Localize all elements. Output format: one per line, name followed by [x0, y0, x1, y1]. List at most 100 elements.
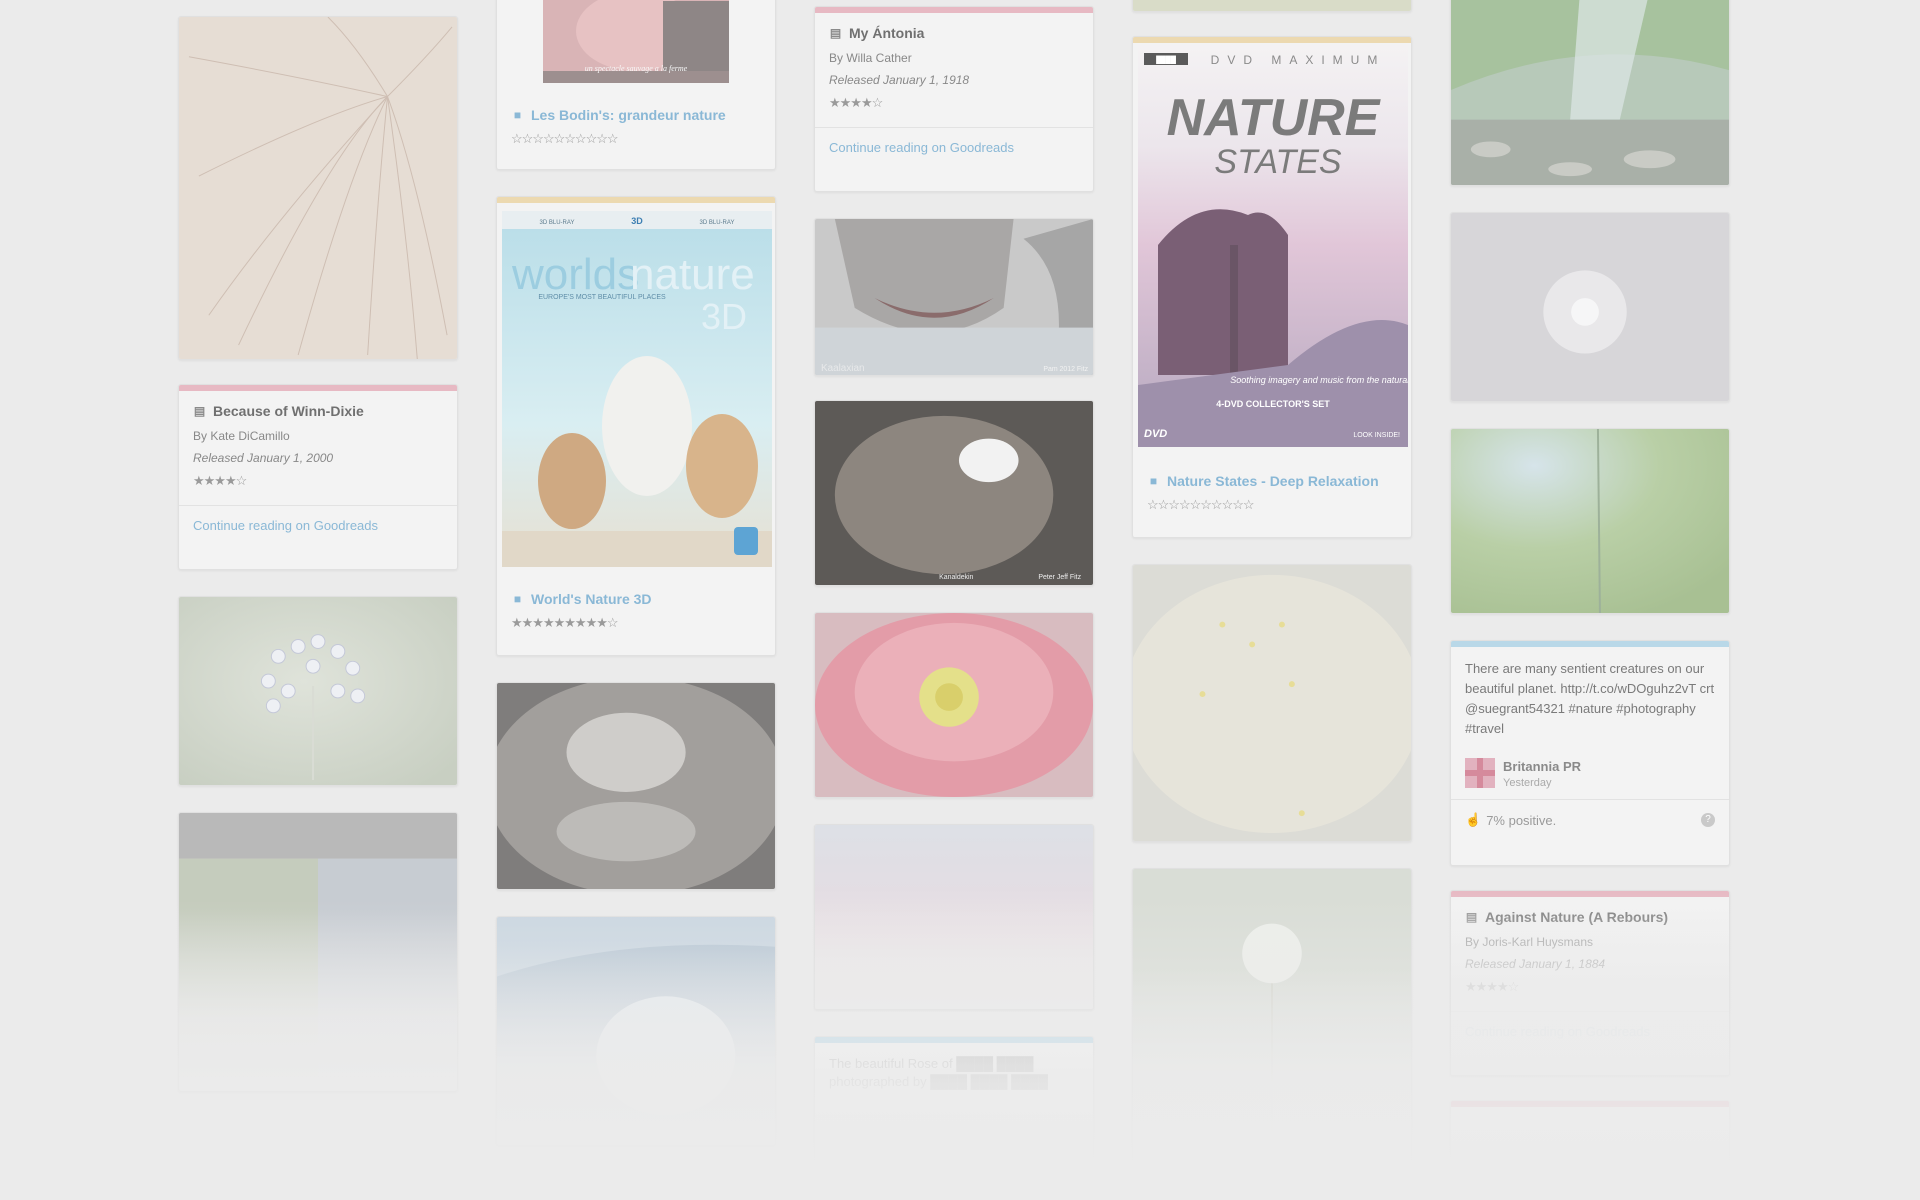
dandelion-photo: [1451, 213, 1729, 401]
waterfall-photo: [497, 917, 775, 1145]
photo-credit-right: Pam 2012 Fitz: [1043, 366, 1088, 373]
poster-title-nature: nature: [630, 250, 755, 299]
photo-credit-right: Peter Jeff Fitz: [1038, 574, 1081, 581]
tweet-user: Britannia PR: [1503, 759, 1582, 774]
tweet-card-faded: The beautiful Rose of ████ ████ photogra…: [814, 1036, 1094, 1196]
book-icon: ▤: [193, 404, 206, 418]
cave-photo: Kanaldekin Peter Jeff Fitz: [815, 401, 1093, 585]
book-title-text: My Ántonia: [849, 25, 925, 41]
book-card-winn-dixie: ▤ Because of Winn-Dixie By Kate DiCamill…: [178, 384, 458, 570]
photo-card-shark[interactable]: Kaalaxian Pam 2012 Fitz: [814, 218, 1094, 376]
book-release-date: Released January 1, 1884: [1465, 957, 1606, 971]
thumbs-up-icon: ☝: [1465, 812, 1482, 827]
union-jack-avatar: [1465, 758, 1495, 788]
movie-card-les-bodin: un spectacle sauvage a la ferme ■ Les Bo…: [496, 0, 776, 170]
book-author: By Joris-Karl Huysmans: [1465, 935, 1594, 949]
wildflowers-photo: [1133, 565, 1411, 841]
book-title-text: Against Nature (A Rebours): [1485, 909, 1669, 925]
photo-card-cave[interactable]: Kanaldekin Peter Jeff Fitz: [814, 400, 1094, 586]
photo-card-dandelion[interactable]: [1450, 212, 1730, 402]
poster-footer: 4-DVD COLLECTOR'S SET: [1216, 399, 1330, 409]
worlds-nature-poster: 3D BLU-RAY 3D 3D BLU-RAY worlds nature E…: [502, 211, 772, 567]
book-release-date: Released January 1, 2000: [193, 451, 334, 465]
poster-look-inside: LOOK INSIDE!: [1353, 432, 1400, 439]
star-rating: ★★★★☆: [1465, 979, 1519, 994]
movie-title[interactable]: ■ Les Bodin's: grandeur nature: [511, 107, 761, 123]
book-title[interactable]: ▤ My Ántonia: [829, 25, 1079, 41]
photo-card-stream[interactable]: [1450, 0, 1730, 186]
poster-dvd-logo: DVD: [1144, 428, 1167, 440]
movie-title-text: Les Bodin's: grandeur nature: [531, 107, 726, 123]
book-author: By Willa Cather: [829, 51, 912, 65]
photo-credit-left: Kaalaxian: [821, 363, 865, 374]
movie-card-worlds-nature: 3D BLU-RAY 3D 3D BLU-RAY worlds nature E…: [496, 196, 776, 656]
poster-header: DVD MAXIMUM: [1211, 53, 1386, 67]
goodreads-link[interactable]: Continue reading on Goodreads: [179, 505, 457, 547]
movie-card-nature-states: ████ DVD MAXIMUM NATURE STATES Soothing …: [1132, 36, 1412, 538]
sentiment-text: 7% positive.: [1486, 812, 1557, 828]
poster-title-worlds: worlds: [511, 250, 639, 299]
movie-title[interactable]: ■ Nature States - Deep Relaxation: [1147, 473, 1397, 489]
book-title-text: Because of Winn-Dixie: [213, 403, 364, 419]
photo-card-dandelion-seeds[interactable]: [178, 16, 458, 360]
card-accent-bar: [497, 197, 775, 203]
poster-title-line1: NATURE: [1167, 89, 1381, 147]
star-rating: ★★★★★★★★★☆: [511, 615, 619, 630]
goodreads-link[interactable]: Continue reading on Goodreads: [815, 127, 1093, 169]
dandelion-seeds-photo: [179, 17, 457, 359]
pink-sky-photo: [815, 825, 1093, 1009]
poster-tagline: Soothing imagery and music from the natu…: [1230, 375, 1408, 385]
book-card-against-nature: ▤ Against Nature (A Rebours) By Joris-Ka…: [1450, 890, 1730, 1076]
book-icon: ▤: [829, 26, 842, 40]
card-accent-bar: [1451, 1101, 1729, 1107]
card-partial-bottom: [1450, 1100, 1730, 1200]
shark-photo: Kaalaxian Pam 2012 Fitz: [815, 219, 1093, 375]
photo-card-forest-reflection[interactable]: [496, 682, 776, 890]
tweet-author[interactable]: Britannia PR Yesterday: [1465, 757, 1715, 789]
grass-photo: [1133, 0, 1411, 11]
help-icon[interactable]: ?: [1701, 813, 1715, 827]
poster-3d: 3D: [701, 296, 747, 337]
fade-overlay: [1451, 1101, 1729, 1199]
movie-title-text: World's Nature 3D: [531, 591, 652, 607]
nature-states-poster: ████ DVD MAXIMUM NATURE STATES Soothing …: [1138, 45, 1408, 447]
movie-title[interactable]: ■ World's Nature 3D: [511, 591, 761, 607]
book-icon: ▤: [1465, 910, 1478, 924]
photo-card-wildflowers[interactable]: [1132, 564, 1412, 842]
poster-subtitle: EUROPE'S MOST BEAUTIFUL PLACES: [538, 294, 666, 301]
movie-title-text: Nature States - Deep Relaxation: [1167, 473, 1379, 489]
photo-card-forest-path[interactable]: [178, 812, 458, 1092]
green-stem-photo: [1451, 429, 1729, 613]
photo-card-white-flower[interactable]: [1132, 868, 1412, 1168]
video-camera-icon: ■: [513, 108, 522, 122]
star-rating: ★★★★☆: [193, 473, 247, 488]
goodreads-link[interactable]: Continue reading on Goodreads: [1451, 1011, 1729, 1053]
dahlia-photo: [815, 613, 1093, 797]
poster-brand: ████: [1156, 55, 1176, 65]
star-rating: ★★★★☆: [829, 95, 883, 110]
photo-card-waterfall[interactable]: [496, 916, 776, 1146]
photo-credit-left: Kanaldekin: [939, 574, 973, 581]
photo-card-green-stem[interactable]: [1450, 428, 1730, 614]
poster-3d-badge: 3D: [631, 216, 643, 226]
video-camera-icon: ■: [513, 592, 522, 606]
book-title[interactable]: ▤ Against Nature (A Rebours): [1465, 909, 1715, 925]
photo-card-dahlia[interactable]: [814, 612, 1094, 798]
tweet-text: The beautiful Rose of ████ ████ photogra…: [829, 1056, 1048, 1089]
book-release-date: Released January 1, 1918: [829, 73, 970, 87]
star-rating: ☆☆☆☆☆☆☆☆☆☆: [511, 131, 619, 146]
poster-bluray-right: 3D BLU-RAY: [700, 220, 735, 226]
photo-card-grass-top[interactable]: [1132, 0, 1412, 12]
tweet-text: There are many sentient creatures on our…: [1465, 661, 1715, 736]
les-bodin-poster: un spectacle sauvage a la ferme: [543, 0, 729, 83]
sentiment-row: ☝ 7% positive. ?: [1451, 799, 1729, 842]
book-card-my-antonia: ▤ My Ántonia By Willa Cather Released Ja…: [814, 6, 1094, 192]
photo-card-agapanthus[interactable]: [178, 596, 458, 786]
white-flower-photo: [1133, 869, 1411, 1167]
book-title[interactable]: ▤ Because of Winn-Dixie: [193, 403, 443, 419]
agapanthus-photo: [179, 597, 457, 785]
photo-card-pink-sky[interactable]: [814, 824, 1094, 1010]
poster-title-line2: STATES: [1214, 143, 1342, 181]
stream-photo: [1451, 0, 1729, 185]
video-camera-icon: ■: [1149, 474, 1158, 488]
